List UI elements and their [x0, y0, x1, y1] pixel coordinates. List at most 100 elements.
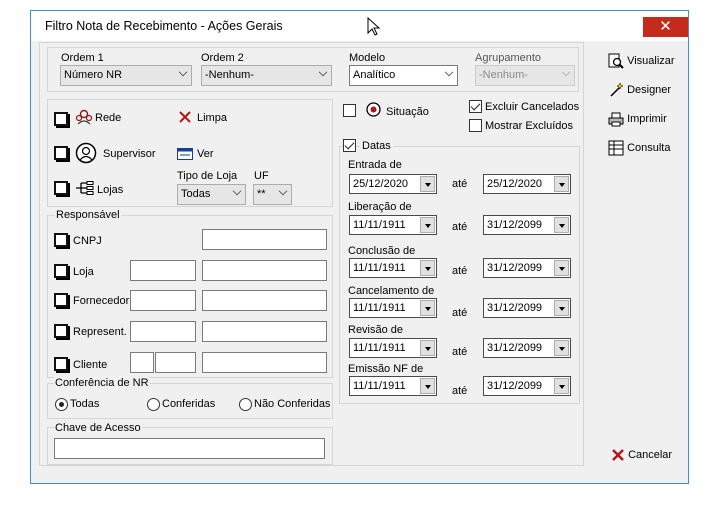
emissao-ate-label: até	[452, 385, 468, 397]
loja-code-input[interactable]	[130, 260, 196, 281]
cancelar-button[interactable]: Cancelar	[611, 448, 672, 462]
entrada-from-date[interactable]: 25/12/2020	[349, 174, 437, 194]
conclusao-to-date[interactable]: 31/12/2099	[483, 258, 571, 278]
visualizar-button[interactable]: Visualizar	[608, 53, 675, 69]
lojas-label[interactable]: Lojas	[97, 184, 123, 196]
conferencia-todas-label[interactable]: Todas	[70, 398, 99, 410]
tipo-loja-select[interactable]: Todas	[177, 184, 246, 205]
chave-acesso-input[interactable]	[54, 438, 325, 459]
lojas-icon	[76, 181, 94, 195]
cancelar-icon	[612, 449, 624, 461]
conferencia-conferidas-label[interactable]: Conferidas	[162, 398, 215, 410]
ordem2-select[interactable]: -Nenhum-	[201, 65, 332, 86]
liberacao-label: Liberação de	[348, 201, 412, 213]
fornecedor-name-input[interactable]	[202, 290, 327, 311]
represent-code-input[interactable]	[130, 321, 196, 342]
supervisor-label[interactable]: Supervisor	[103, 148, 156, 160]
imprimir-label: Imprimir	[627, 112, 667, 125]
fornecedor-label: Fornecedor	[73, 295, 130, 307]
ordem1-label: Ordem 1	[61, 52, 104, 64]
ver-icon[interactable]	[177, 148, 193, 160]
consulta-button[interactable]: Consulta	[608, 140, 670, 156]
cursor-icon	[367, 17, 381, 36]
cancelamento-label: Cancelamento de	[348, 285, 435, 297]
represent-label: Represent.	[73, 326, 127, 338]
ordem2-label: Ordem 2	[201, 52, 244, 64]
revisao-from-date[interactable]: 11/11/1911	[349, 338, 437, 358]
title-bar: Filtro Nota de Recebimento - Ações Gerai…	[31, 11, 688, 41]
fornecedor-code-input[interactable]	[130, 290, 196, 311]
ordem1-select[interactable]: Número NR	[60, 65, 192, 86]
liberacao-from-date[interactable]: 11/11/1911	[349, 215, 437, 235]
cancelamento-from-date[interactable]: 11/11/1911	[349, 298, 437, 318]
window-title: Filtro Nota de Recebimento - Ações Gerai…	[45, 19, 283, 33]
excluir-cancelados-label[interactable]: Excluir Cancelados	[485, 101, 579, 113]
designer-icon	[610, 82, 624, 97]
entrada-to-date[interactable]: 25/12/2020	[483, 174, 571, 194]
situacao-label[interactable]: Situação	[386, 106, 429, 118]
cliente-code-input[interactable]	[130, 352, 154, 373]
datas-checkbox[interactable]	[343, 139, 356, 152]
agrupamento-select: -Nenhum-	[475, 65, 575, 86]
fornecedor-checkbox[interactable]	[54, 293, 68, 307]
visualizar-icon	[608, 53, 624, 69]
chave-title: Chave de Acesso	[54, 422, 142, 434]
conclusao-label: Conclusão de	[348, 245, 416, 257]
revisao-to-date[interactable]: 31/12/2099	[483, 338, 571, 358]
ver-label[interactable]: Ver	[197, 148, 214, 160]
rede-icon	[75, 109, 93, 125]
limpa-x-icon[interactable]	[178, 110, 192, 124]
loja-name-input[interactable]	[202, 260, 327, 281]
designer-label: Designer	[627, 83, 672, 96]
limpa-label[interactable]: Limpa	[197, 112, 227, 124]
revisao-ate-label: até	[452, 346, 468, 358]
liberacao-ate-label: até	[452, 221, 468, 233]
consulta-icon	[608, 140, 624, 156]
cancelamento-to-date[interactable]: 31/12/2099	[483, 298, 571, 318]
lojas-checkbox[interactable]	[54, 181, 68, 195]
conferencia-nao-conferidas-label[interactable]: Não Conferidas	[254, 398, 330, 410]
consulta-label: Consulta	[627, 141, 671, 154]
conferencia-todas-radio[interactable]	[55, 398, 68, 411]
conferencia-conferidas-radio[interactable]	[147, 398, 160, 411]
rede-checkbox[interactable]	[54, 112, 68, 126]
emissao-to-date[interactable]: 31/12/2099	[483, 376, 571, 396]
conferencia-title: Conferência de NR	[54, 377, 150, 389]
cliente-checkbox[interactable]	[54, 357, 68, 371]
supervisor-icon	[75, 142, 97, 164]
supervisor-checkbox[interactable]	[54, 146, 68, 160]
close-button[interactable]: ✕	[643, 17, 688, 37]
represent-checkbox[interactable]	[54, 324, 68, 338]
loja-checkbox[interactable]	[54, 264, 68, 278]
conclusao-ate-label: até	[452, 265, 468, 277]
datas-title: Datas	[360, 140, 393, 152]
agrupamento-label: Agrupamento	[475, 52, 542, 64]
situacao-checkbox[interactable]	[343, 104, 356, 117]
cnpj-input[interactable]	[202, 229, 327, 250]
visualizar-label: Visualizar	[627, 54, 675, 67]
cliente-label: Cliente	[73, 359, 108, 371]
modelo-label: Modelo	[349, 52, 386, 64]
emissao-label: Emissão NF de	[348, 363, 424, 375]
entrada-ate-label: até	[452, 178, 468, 190]
excluir-cancelados-checkbox[interactable]	[469, 100, 482, 113]
liberacao-to-date[interactable]: 31/12/2099	[483, 215, 571, 235]
revisao-label: Revisão de	[348, 324, 404, 336]
represent-name-input[interactable]	[202, 321, 327, 342]
conferencia-nao-conferidas-radio[interactable]	[239, 398, 252, 411]
modelo-select[interactable]: Analítico	[349, 65, 458, 86]
emissao-from-date[interactable]: 11/11/1911	[349, 376, 437, 396]
cliente-store-input[interactable]	[155, 352, 196, 373]
mostrar-excluidos-label[interactable]: Mostrar Excluídos	[485, 120, 573, 132]
designer-button[interactable]: Designer	[608, 82, 671, 98]
conclusao-from-date[interactable]: 11/11/1911	[349, 258, 437, 278]
loja-label: Loja	[73, 266, 94, 278]
cnpj-checkbox[interactable]	[54, 233, 68, 247]
cancelar-label: Cancelar	[628, 448, 673, 461]
entrada-label: Entrada de	[348, 159, 402, 171]
cliente-name-input[interactable]	[202, 352, 327, 373]
imprimir-button[interactable]: Imprimir	[608, 111, 667, 127]
mostrar-excluidos-checkbox[interactable]	[469, 119, 482, 132]
rede-label[interactable]: Rede	[95, 112, 121, 124]
uf-select[interactable]: **	[253, 184, 292, 205]
